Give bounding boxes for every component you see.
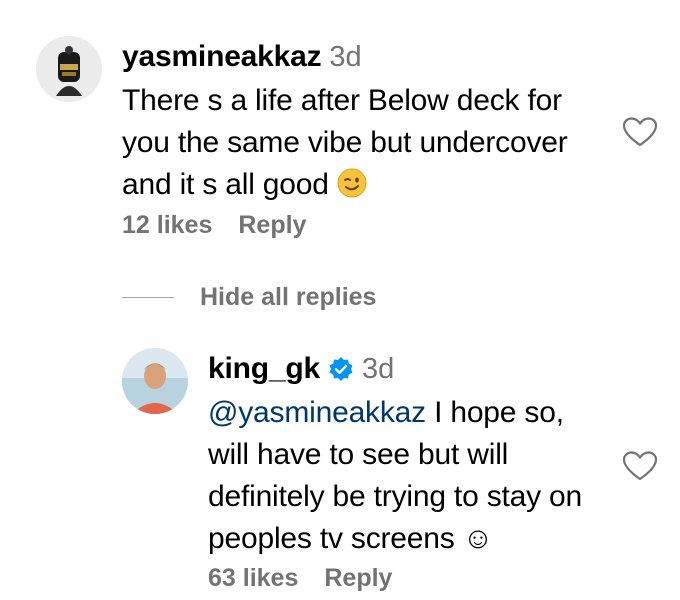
reply-avatar-image <box>122 348 188 414</box>
reply-like-count[interactable]: 63 likes <box>208 564 298 593</box>
reply-like-heart-icon[interactable] <box>623 451 657 481</box>
comment-text-line: and it s all good <box>122 164 568 210</box>
reply-text-line: definitely be trying to stay on <box>208 480 583 513</box>
hide-replies-button[interactable]: Hide all replies <box>200 283 376 312</box>
comment-text-fragment: and it s all good <box>122 168 337 201</box>
reply-text-line: peoples tv screens ☺ <box>208 522 494 555</box>
reply-text-line: @yasmineakkaz I hope so, <box>208 392 582 434</box>
divider-line <box>122 297 174 298</box>
comments-section: yasmineakkaz 3d There s a life after Bel… <box>0 0 680 600</box>
like-count[interactable]: 12 likes <box>122 211 212 240</box>
reply-timestamp: 3d <box>361 352 395 385</box>
reply-button[interactable]: Reply <box>238 211 306 240</box>
comment-username[interactable]: yasmineakkaz <box>122 40 322 74</box>
comment-text-line: you the same vibe but undercover <box>122 126 568 159</box>
reply-reply-button[interactable]: Reply <box>324 564 392 593</box>
reply-text-line: will have to see but will <box>208 438 509 471</box>
avatar-image <box>36 36 102 102</box>
verified-badge-icon <box>329 357 353 381</box>
hide-replies-row[interactable]: Hide all replies <box>122 283 376 312</box>
avatar[interactable] <box>36 36 102 102</box>
reply-text-fragment: I hope so, <box>425 396 564 429</box>
comment-timestamp: 3d <box>329 40 362 73</box>
mention-link[interactable]: @yasmineakkaz <box>208 396 426 429</box>
comment-text: There s a life after Below deck for you … <box>122 80 568 210</box>
like-heart-icon[interactable] <box>623 117 657 147</box>
comment-text-line: There s a life after Below deck for <box>122 84 562 117</box>
winking-face-icon <box>337 168 367 210</box>
reply-avatar[interactable] <box>122 348 188 414</box>
reply-text: @yasmineakkaz I hope so, will have to se… <box>208 392 582 560</box>
reply-username[interactable]: king_gk <box>208 352 320 386</box>
